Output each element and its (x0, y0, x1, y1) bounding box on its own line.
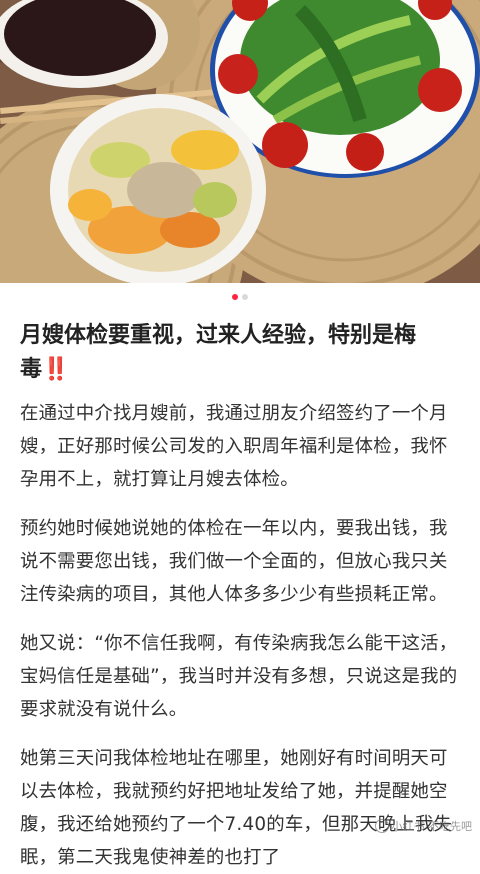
paragraph-3: 她又说：“你不信任我啊，有传染病我怎么能干这活，宝妈信任是基础”，我当时并没有多… (20, 627, 460, 726)
food-photo (0, 0, 480, 283)
watermark: 小红书 不吃先吧 (375, 818, 473, 834)
paragraph-1: 在通过中介找月嫂前，我通过朋友介绍签约了一个月嫂，正好那时候公司发的入职周年福利… (20, 397, 460, 496)
watermark-text: 小红书 不吃先吧 (392, 818, 473, 834)
post-title: 月嫂体检要重视，过来人经验，特别是梅毒‼️ (20, 319, 460, 387)
carousel-indicator (0, 283, 480, 311)
paragraph-4: 她第三天问我体检地址在哪里，她刚好有时间明天可以去体检，我就预约好把地址发给了她… (20, 742, 460, 874)
carousel-dot[interactable] (242, 294, 248, 300)
paragraph-2: 预约她时候她说她的体检在一年以内，要我出钱，我说不需要您出钱，我们做一个全面的，… (20, 512, 460, 611)
post-image[interactable] (0, 0, 480, 283)
post-title-text: 月嫂体检要重视，过来人经验，特别是梅毒 (20, 323, 416, 382)
double-exclamation-icon: ‼️ (42, 357, 69, 382)
carousel-dot-active[interactable] (232, 294, 238, 300)
app-logo-icon (375, 819, 389, 833)
post-content: 在通过中介找月嫂前，我通过朋友介绍签约了一个月嫂，正好那时候公司发的入职周年福利… (0, 397, 480, 874)
